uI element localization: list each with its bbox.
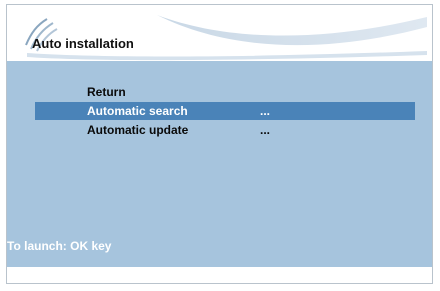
menu-window: Auto installation Return Automatic searc… [6, 4, 433, 284]
menu-item-value: ... [260, 123, 271, 137]
menu-panel: Return Automatic search ... Automatic up… [7, 61, 432, 267]
menu-item-value: ... [260, 104, 271, 118]
menu-item-label: Return [87, 85, 126, 99]
menu-item-label: Automatic update [87, 123, 189, 137]
menu-header: Auto installation [7, 5, 432, 61]
menu-footer [7, 267, 432, 283]
menu-item-label: Automatic search [87, 104, 188, 118]
menu-item-automatic-search[interactable]: Automatic search ... [35, 102, 415, 120]
menu-item-return[interactable]: Return [7, 83, 432, 101]
launch-hint: To launch: OK key [7, 239, 112, 253]
page-title: Auto installation [32, 36, 134, 51]
menu-item-automatic-update[interactable]: Automatic update ... [7, 121, 432, 139]
header-swoosh-decoration [27, 15, 427, 61]
